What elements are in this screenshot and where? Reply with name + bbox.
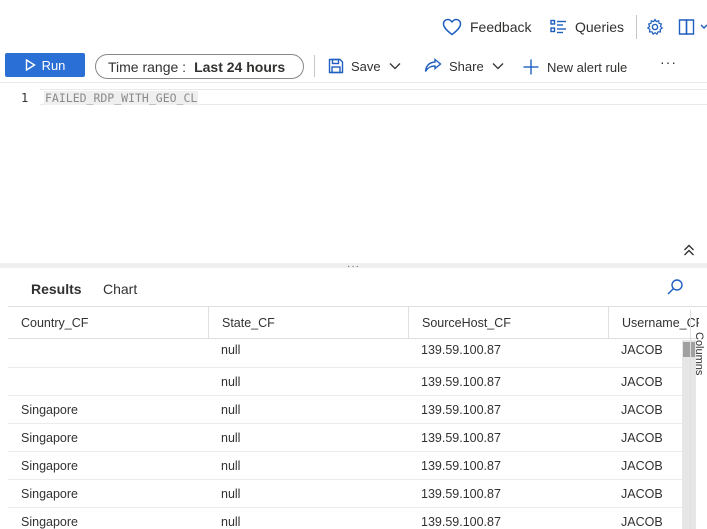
tab-results[interactable]: Results [31,281,82,297]
column-header[interactable]: SourceHost_CF [408,307,608,339]
book-button[interactable] [678,17,707,37]
results-tabs: Results Chart [0,270,707,306]
results-grid: Country_CF State_CF SourceHost_CF Userna… [8,306,707,529]
grid-header: Country_CF State_CF SourceHost_CF Userna… [8,307,699,339]
cell-source-host: 139.59.100.87 [421,514,501,529]
feedback-label: Feedback [470,19,532,35]
cell-state: null [221,430,241,445]
time-range-picker[interactable]: Time range : Last 24 hours [95,54,304,79]
table-row[interactable]: null 139.59.100.87 JACOB [8,368,682,396]
cell-country: Singapore [21,514,78,529]
run-label: Run [41,57,66,73]
cell-username: JACOB [621,402,663,417]
queries-label: Queries [575,19,625,35]
search-icon [667,279,683,295]
cell-state: null [221,458,241,473]
play-icon [25,59,36,71]
table-row[interactable]: Singapore null 139.59.100.87 JACOB [8,424,682,452]
column-header[interactable]: Country_CF [8,307,208,339]
cell-username: JACOB [621,458,663,473]
chevron-down-icon [492,63,504,70]
cell-source-host: 139.59.100.87 [421,458,501,473]
run-button[interactable]: Run [5,53,85,77]
toolbar-separator [314,55,315,77]
tab-chart[interactable]: Chart [103,281,137,297]
list-icon [550,19,566,34]
cell-state: null [221,374,241,389]
settings-button[interactable] [646,17,664,37]
cell-username: JACOB [621,374,663,389]
cell-country: Singapore [21,430,78,445]
gear-icon [646,18,664,36]
save-icon [328,58,344,74]
cell-username: JACOB [621,430,663,445]
search-button[interactable] [666,278,684,299]
cell-source-host: 139.59.100.87 [421,402,501,417]
queries-button[interactable]: Queries [550,17,624,37]
query-editor[interactable]: 1 FAILED_RDP_WITH_GEO_CL [0,83,707,263]
column-header[interactable]: Username_CF [608,307,699,339]
chevron-down-icon [389,63,401,70]
save-button[interactable]: Save [328,56,402,76]
time-range-label: Time range : [108,58,187,75]
column-header[interactable]: State_CF [208,307,408,339]
cell-username: JACOB [621,514,663,529]
save-label: Save [351,58,381,74]
cell-username: JACOB [621,342,663,357]
cell-country: Singapore [21,402,78,417]
time-range-value: Last 24 hours [194,58,286,75]
plus-icon [523,59,539,75]
new-alert-rule-button[interactable]: New alert rule [522,57,627,77]
table-row[interactable]: Singapore null 139.59.100.87 JACOB [8,480,682,508]
feedback-button[interactable]: Feedback [442,17,531,37]
cell-state: null [221,342,241,357]
double-chevron-up-icon [684,244,694,256]
cell-country [8,340,21,367]
cell-username: JACOB [621,486,663,501]
cell-country: Singapore [21,486,78,501]
cell-state: null [221,486,241,501]
book-icon [678,19,707,35]
more-options-button[interactable]: ··· [660,54,677,70]
table-row[interactable]: Singapore null 139.59.100.87 JACOB [8,452,682,480]
collapse-editor-button[interactable] [682,243,696,260]
cell-source-host: 139.59.100.87 [421,486,501,501]
share-button[interactable]: Share [424,56,505,76]
grid-body: null 139.59.100.87 JACOB null 139.59.100… [8,340,682,529]
cell-source-host: 139.59.100.87 [421,342,501,357]
line-number: 1 [21,91,29,105]
heart-icon [442,18,462,36]
query-toolbar: Run Time range : Last 24 hours Save Shar… [0,52,707,82]
top-bar: Feedback Queries [0,0,707,52]
new-alert-label: New alert rule [547,59,628,75]
code-line[interactable]: FAILED_RDP_WITH_GEO_CL [40,89,707,105]
table-row[interactable]: Singapore null 139.59.100.87 JACOB [8,396,682,424]
cell-state: null [221,402,241,417]
toolbar-separator [636,15,637,39]
table-row[interactable]: null 139.59.100.87 JACOB [8,340,682,368]
table-row[interactable]: Singapore null 139.59.100.87 JACOB [8,508,682,529]
cell-source-host: 139.59.100.87 [421,430,501,445]
share-label: Share [449,58,484,74]
columns-panel-label[interactable]: Columns [693,332,705,375]
cell-country [8,368,21,395]
share-icon [424,58,442,72]
query-text[interactable]: FAILED_RDP_WITH_GEO_CL [44,91,199,105]
cell-source-host: 139.59.100.87 [421,374,501,389]
cell-state: null [221,514,241,529]
cell-country: Singapore [21,458,78,473]
